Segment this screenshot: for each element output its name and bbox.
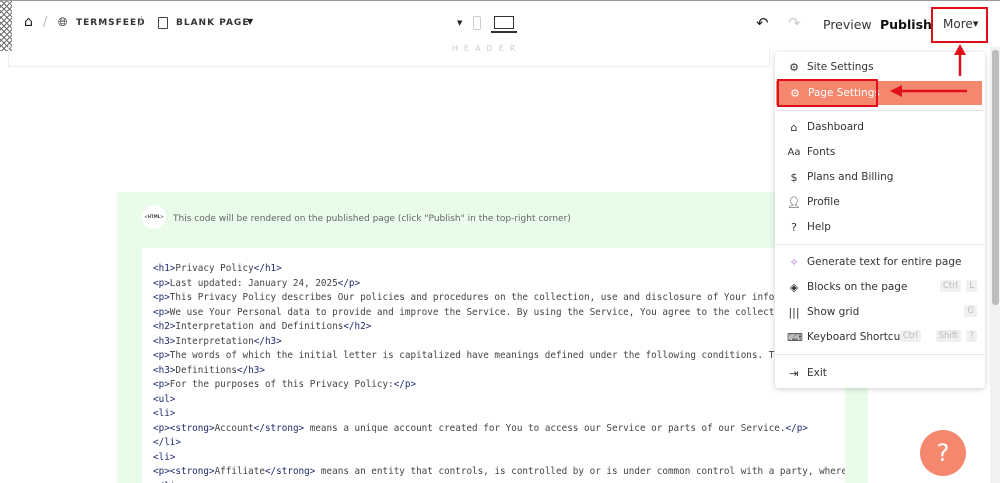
page-icon: [158, 17, 168, 29]
mobile-icon[interactable]: [473, 16, 481, 30]
code-line: <p>We use Your Personal data to provide …: [153, 306, 792, 318]
menu-item-exit[interactable]: ⇥ Exit: [775, 361, 985, 385]
annotation-box-more: [931, 7, 988, 43]
breadcrumb-site[interactable]: TERMSFEED: [76, 18, 146, 28]
page-dropdown-chevron-icon[interactable]: ▼: [247, 17, 253, 26]
desktop-icon-base: [491, 31, 517, 33]
user-icon: 👤︎: [787, 195, 801, 209]
menu-divider: [775, 244, 985, 245]
menu-item-help[interactable]: ? Help: [775, 215, 985, 239]
device-dropdown-chevron-icon[interactable]: ▼: [457, 19, 462, 27]
header-section[interactable]: [8, 47, 770, 67]
menu-item-label: Exit: [807, 367, 827, 379]
help-button[interactable]: ?: [920, 430, 966, 476]
layers-icon: ◈: [789, 280, 799, 294]
code-line: <p>The words of which the initial letter…: [153, 350, 786, 361]
breadcrumb-separator: /: [43, 15, 48, 30]
annotation-box-page-settings: [777, 79, 878, 107]
menu-item-profile[interactable]: 👤︎ Profile: [775, 190, 985, 214]
menu-item-label: Profile: [807, 196, 840, 208]
html-badge-icon: <HTML>: [142, 205, 166, 229]
shortcut-key: Shift: [935, 330, 961, 342]
exit-icon: ⇥: [789, 366, 799, 380]
menu-item-label: Blocks on the page: [807, 281, 908, 293]
menu-item-blocks-on-the-page[interactable]: ◈ Blocks on the page L Ctrl: [775, 275, 985, 299]
dollar-icon: $: [790, 170, 798, 184]
home-icon: ⌂: [790, 120, 798, 134]
code-line: <h2>Interpretation and Definitions</h2>: [153, 321, 372, 332]
annotation-arrows: [890, 44, 967, 97]
code-line: <p>This Privacy Policy describes Our pol…: [153, 292, 814, 303]
menu-item-dashboard[interactable]: ⌂ Dashboard: [775, 115, 985, 139]
code-line: <p><strong>Account</strong> means a uniq…: [153, 422, 808, 434]
menu-item-label: Site Settings: [807, 61, 874, 73]
menu-item-label: Keyboard Shortcuts: [807, 331, 910, 343]
undo-icon[interactable]: ↶: [756, 14, 769, 32]
menu-item-show-grid[interactable]: ||| Show grid G: [775, 300, 985, 324]
sparkle-icon: ✧: [789, 255, 799, 269]
code-line: </li>: [153, 437, 181, 448]
code-line: <h3>Interpretation</h3>: [153, 335, 282, 347]
desktop-icon[interactable]: [494, 16, 514, 29]
menu-item-label: Generate text for entire page: [807, 256, 962, 268]
shortcut-key: L: [966, 280, 977, 292]
html-code-editor[interactable]: <h1>Privacy Policy</h1> <p>Last updated: …: [142, 248, 845, 483]
fonts-icon: Aa: [787, 146, 801, 158]
menu-item-label: Show grid: [807, 306, 860, 318]
code-line: <p>For the purposes of this Privacy Poli…: [153, 379, 417, 390]
menu-item-fonts[interactable]: Aa Fonts: [775, 140, 985, 164]
preview-button[interactable]: Preview: [823, 17, 872, 32]
breadcrumb-page[interactable]: BLANK PAGE: [176, 18, 249, 28]
breadcrumb-separator: /: [138, 15, 143, 30]
code-line: <li>: [153, 408, 176, 419]
code-line: <ul>: [153, 393, 176, 405]
code-line: <p><strong>Affiliate</strong> means an e…: [153, 466, 845, 477]
grid-icon: |||: [788, 305, 800, 319]
html-block-note: This code will be rendered on the publis…: [173, 214, 571, 224]
menu-item-label: Fonts: [807, 146, 836, 158]
code-line: </li>: [153, 480, 845, 483]
arrow-up-head: [954, 44, 966, 55]
home-icon[interactable]: ⌂: [24, 14, 33, 30]
code-line: <li>: [153, 451, 176, 463]
menu-divider: [775, 354, 985, 355]
shortcut-key: G: [964, 305, 977, 317]
menu-item-keyboard-shortcuts[interactable]: ⌨ Keyboard Shortcuts? Shift Ctrl: [775, 325, 985, 349]
keyboard-icon: ⌨: [787, 330, 803, 344]
gear-icon: ⚙: [789, 60, 799, 74]
menu-item-generate-text-for-entire-page[interactable]: ✧ Generate text for entire page: [775, 250, 985, 274]
scrollbar-thumb[interactable]: [992, 50, 999, 305]
shortcut-key: Ctrl: [899, 330, 921, 342]
publish-button[interactable]: Publish: [880, 17, 932, 32]
arrow-left-head: [890, 85, 902, 97]
menu-item-label: Help: [807, 221, 831, 233]
globe-icon: 🌐︎: [58, 15, 68, 29]
menu-item-label: Plans and Billing: [807, 171, 894, 183]
code-line: <h1>Privacy Policy</h1>: [153, 263, 282, 274]
header-label: HEADER: [452, 44, 522, 53]
redo-icon[interactable]: ↷: [788, 14, 801, 32]
zigzag-decoration: [0, 1, 12, 51]
menu-item-label: Dashboard: [807, 121, 864, 133]
top-bar: ⌂ / 🌐︎ TERMSFEED / BLANK PAGE ▼ ▼ ↶ ↷ Pr…: [0, 0, 1000, 51]
code-line: <p>Last updated: January 24, 2025</p>: [153, 277, 361, 289]
menu-divider: [775, 110, 985, 111]
question-icon: ?: [791, 220, 797, 234]
shortcut-key: Ctrl: [939, 280, 961, 292]
menu-item-plans-and-billing[interactable]: $ Plans and Billing: [775, 165, 985, 189]
shortcut-key: ?: [966, 330, 977, 342]
code-line: <h3>Definitions</h3>: [153, 364, 265, 376]
